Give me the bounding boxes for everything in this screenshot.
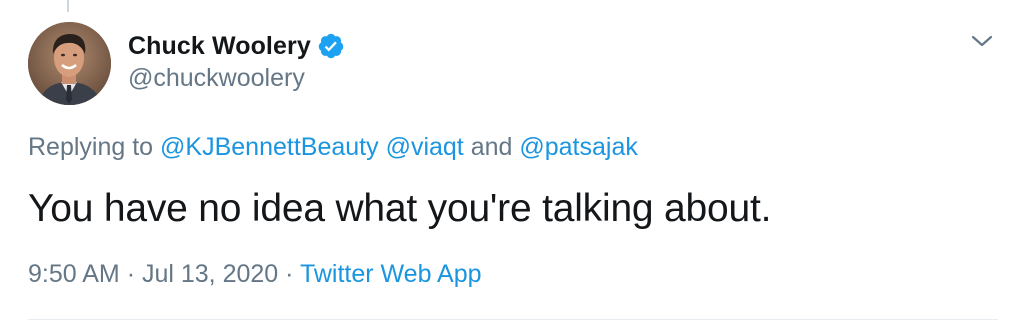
tweet-source-link[interactable]: Twitter Web App [300,260,482,288]
avatar[interactable] [28,22,111,105]
tweet-text: You have no idea what you're talking abo… [28,187,772,230]
tweet-time[interactable]: 9:50 AM [28,260,120,288]
bottom-divider [28,319,998,320]
avatar-image [28,22,111,105]
author-name-row: Chuck Woolery [128,29,345,63]
meta-separator: · [126,260,136,288]
mention-link[interactable]: @viaqt [386,133,464,161]
chevron-down-icon[interactable] [968,30,996,52]
verified-badge-icon [317,32,345,60]
tweet-metadata: 9:50 AM · Jul 13, 2020 · Twitter Web App [28,260,482,289]
thread-connector-line [67,0,69,12]
mention-link[interactable]: @patsajak [519,133,638,161]
tweet-date[interactable]: Jul 13, 2020 [142,260,278,288]
author-handle[interactable]: @chuckwoolery [128,64,305,93]
replying-to-label: Replying to [28,133,154,161]
replying-to-line: Replying to @KJBennettBeauty @viaqt and … [28,133,638,162]
author-display-name[interactable]: Chuck Woolery [128,32,311,61]
mention-link[interactable]: @KJBennettBeauty [160,133,379,161]
meta-separator: · [285,260,294,288]
replying-to-conjunction: and [470,133,513,161]
